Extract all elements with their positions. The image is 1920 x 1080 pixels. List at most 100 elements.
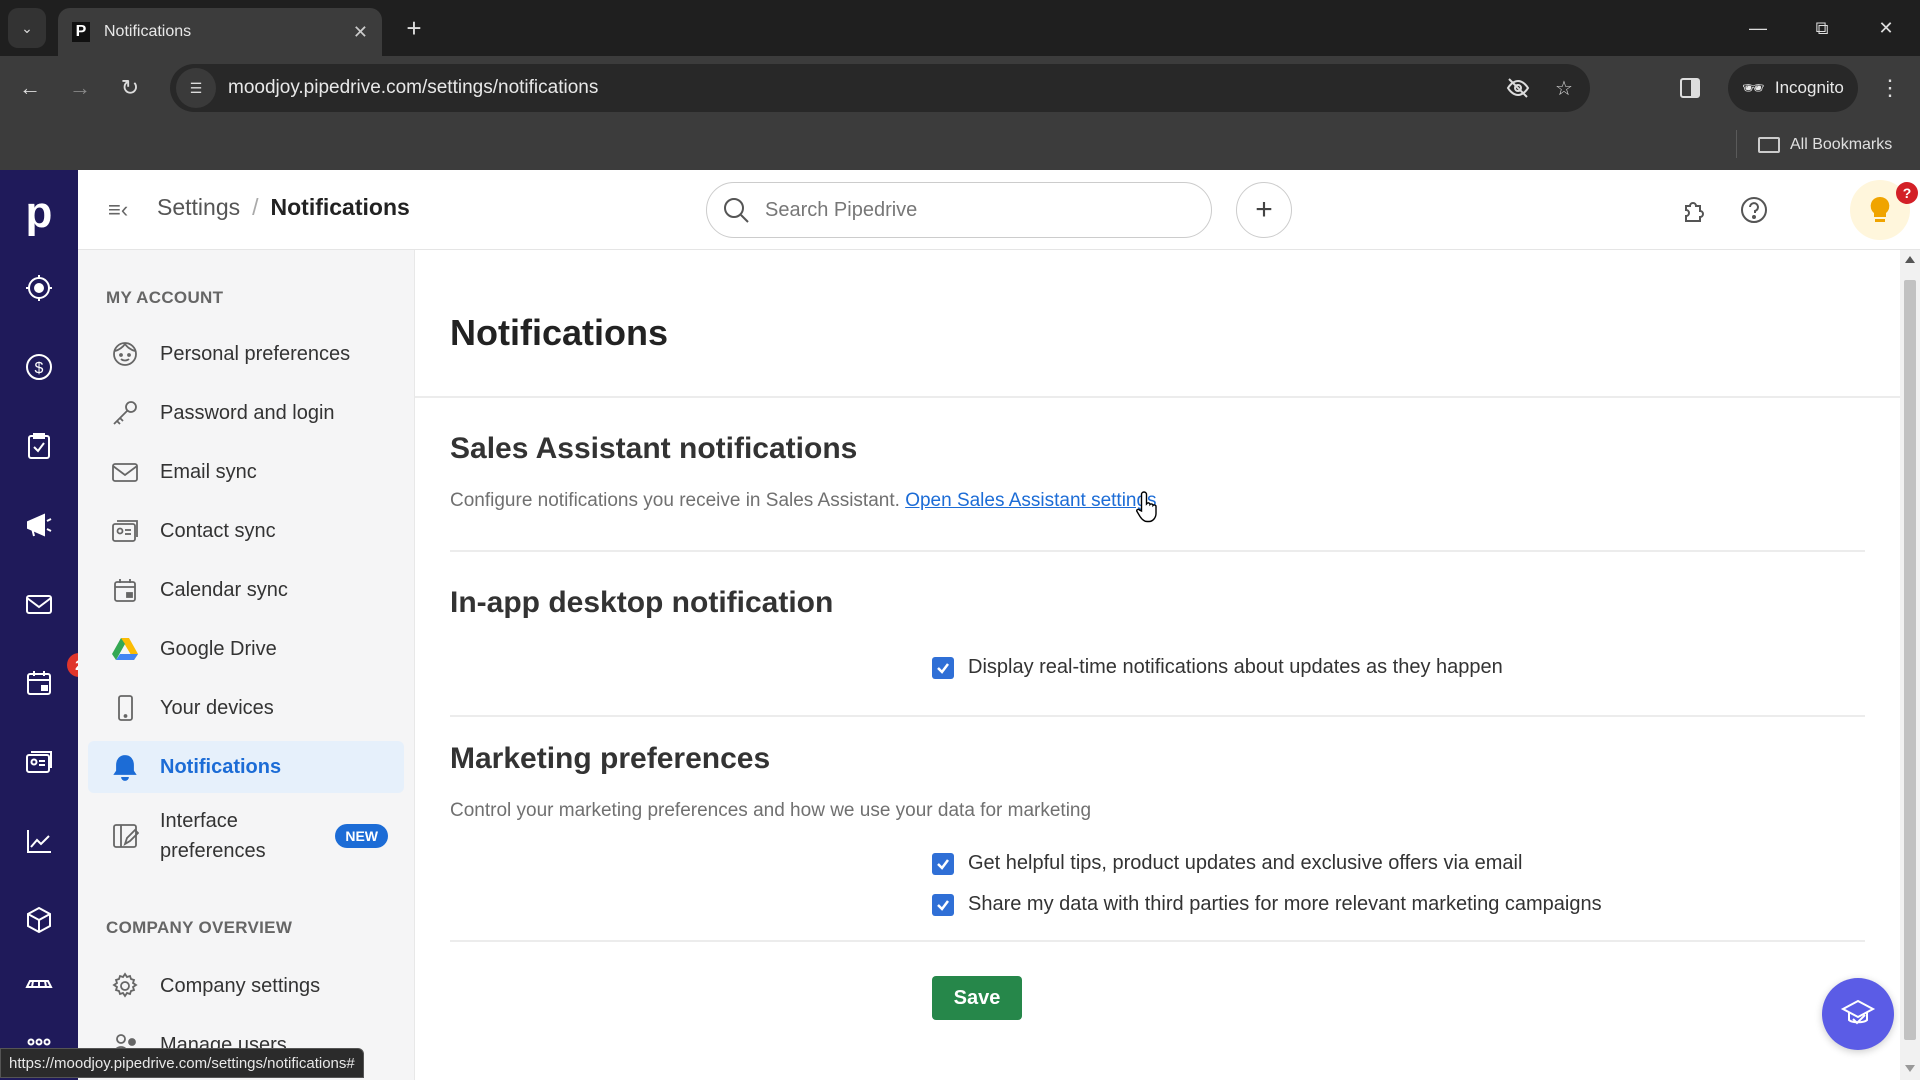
- phone-icon: [110, 693, 140, 723]
- sidebar-item-contact-sync[interactable]: Contact sync: [88, 505, 404, 557]
- breadcrumb-settings[interactable]: Settings: [157, 194, 240, 221]
- share-data-label: Share my data with third parties for mor…: [968, 893, 1602, 915]
- sidebar-item-password-and-login[interactable]: Password and login: [88, 387, 404, 439]
- marketing-email-option[interactable]: Get helpful tips, product updates and ex…: [932, 852, 1522, 875]
- quick-add-button[interactable]: +: [1236, 182, 1292, 238]
- address-bar[interactable]: ☰ moodjoy.pipedrive.com/settings/notific…: [170, 64, 1590, 112]
- bell-icon: [110, 752, 140, 782]
- products-icon[interactable]: [19, 900, 59, 940]
- forward-button[interactable]: →: [60, 68, 100, 108]
- check-icon: [937, 662, 949, 674]
- key-icon: [110, 398, 140, 428]
- help-icon[interactable]: [1734, 190, 1774, 230]
- sidebar-item-google-drive[interactable]: Google Drive: [88, 623, 404, 675]
- marketplace-icon[interactable]: [19, 970, 59, 1010]
- tab-close-icon[interactable]: ✕: [353, 22, 368, 43]
- divider: [450, 940, 1865, 942]
- realtime-notifications-label: Display real-time notifications about up…: [968, 656, 1503, 678]
- svg-text:$: $: [35, 360, 44, 377]
- sidebar-item-label: Company settings: [160, 974, 321, 997]
- sidebar-item-company-settings[interactable]: Company settings: [88, 960, 404, 1012]
- sidebar-item-label: Password and login: [160, 401, 335, 424]
- scroll-down-arrow-icon[interactable]: [1905, 1065, 1915, 1072]
- breadcrumb-current: Notifications: [270, 194, 410, 220]
- sidebar-item-interface-preferences[interactable]: Interface preferences NEW: [88, 800, 404, 872]
- google-drive-icon: [110, 634, 140, 664]
- check-icon: [937, 858, 949, 870]
- sales-assistant-title: Sales Assistant notifications: [450, 432, 858, 465]
- contacts-icon[interactable]: [19, 742, 59, 782]
- tab-search-button[interactable]: ⌄: [8, 8, 46, 48]
- all-bookmarks-label: All Bookmarks: [1790, 136, 1893, 153]
- new-tab-button[interactable]: +: [396, 10, 432, 46]
- marketing-email-checkbox[interactable]: [932, 852, 954, 875]
- sidebar-item-notifications[interactable]: Notifications: [88, 741, 404, 793]
- mouse-pointer-hand-icon: [1136, 491, 1157, 523]
- divider: [415, 396, 1900, 398]
- restore-button[interactable]: ⧉: [1790, 0, 1854, 56]
- app-left-nav: p $ 2: [0, 170, 91, 1080]
- search-input[interactable]: [765, 198, 1165, 222]
- sidebar-item-personal-preferences[interactable]: Personal preferences: [88, 328, 404, 380]
- mail-icon: [110, 457, 140, 487]
- sidebar-section-my-account: MY ACCOUNT: [106, 288, 224, 307]
- all-bookmarks-button[interactable]: All Bookmarks: [1758, 130, 1892, 160]
- sidebar-item-your-devices[interactable]: Your devices: [88, 682, 404, 734]
- content-scrollbar[interactable]: [1900, 250, 1920, 1080]
- sidebar-item-label: Notifications: [160, 755, 282, 778]
- sidebar-item-label: Your devices: [160, 696, 274, 719]
- site-info-icon[interactable]: ☰: [176, 68, 216, 108]
- check-icon: [937, 899, 949, 911]
- page-title: Notifications: [450, 312, 669, 353]
- realtime-notifications-checkbox[interactable]: [932, 656, 954, 679]
- scroll-up-arrow-icon[interactable]: [1905, 256, 1915, 263]
- bookmarks-bar: All Bookmarks: [0, 120, 1920, 170]
- minimize-button[interactable]: —: [1726, 0, 1790, 56]
- sales-assistant-description: Configure notifications you receive in S…: [450, 490, 1157, 511]
- folder-icon: [1758, 137, 1780, 153]
- sidebar-item-label: Contact sync: [160, 519, 276, 542]
- open-sales-assistant-settings-link[interactable]: Open Sales Assistant settings: [905, 490, 1156, 511]
- share-data-option[interactable]: Share my data with third parties for mor…: [932, 893, 1602, 916]
- bookmark-star-icon[interactable]: ☆: [1544, 68, 1584, 108]
- campaigns-icon[interactable]: [19, 505, 59, 545]
- settings-sidebar: MY ACCOUNT Personal preferences Password…: [78, 250, 415, 1080]
- side-panel-icon[interactable]: [1670, 68, 1710, 108]
- sidebar-item-label: Google Drive: [160, 637, 277, 660]
- browser-menu-icon[interactable]: ⋮: [1872, 68, 1908, 108]
- gear-icon: [110, 971, 140, 1001]
- sidebar-item-calendar-sync[interactable]: Calendar sync: [88, 564, 404, 616]
- collapse-menu-icon[interactable]: ≡‹: [108, 194, 140, 226]
- reload-button[interactable]: ↻: [110, 68, 150, 108]
- scroll-thumb[interactable]: [1904, 280, 1916, 1040]
- sidebar-item-email-sync[interactable]: Email sync: [88, 446, 404, 498]
- url-text[interactable]: moodjoy.pipedrive.com/settings/notificat…: [228, 77, 1498, 99]
- browser-toolbar: ← → ↻ ☰ moodjoy.pipedrive.com/settings/n…: [0, 56, 1920, 120]
- academy-help-button[interactable]: [1822, 978, 1894, 1050]
- new-badge: NEW: [335, 824, 388, 848]
- incognito-badge[interactable]: 🕶 Incognito: [1728, 64, 1858, 112]
- extensions-puzzle-icon[interactable]: [1674, 190, 1714, 230]
- pipedrive-logo[interactable]: p: [0, 188, 78, 238]
- leads-icon[interactable]: [19, 268, 59, 308]
- marketing-email-label: Get helpful tips, product updates and ex…: [968, 852, 1523, 874]
- insights-icon[interactable]: [19, 821, 59, 861]
- save-button[interactable]: Save: [932, 976, 1022, 1020]
- graduation-cap-icon: [1840, 999, 1876, 1025]
- mail-icon[interactable]: [19, 584, 59, 624]
- browser-tab[interactable]: P Notifications ✕: [58, 8, 382, 56]
- activities-icon[interactable]: [19, 426, 59, 466]
- sidebar-item-label: Interface preferences: [160, 810, 266, 862]
- window-close-button[interactable]: ✕: [1854, 0, 1918, 56]
- divider: [450, 715, 1865, 717]
- deals-icon[interactable]: $: [19, 347, 59, 387]
- interface-edit-icon: [110, 821, 140, 851]
- status-bar-url: https://moodjoy.pipedrive.com/settings/n…: [0, 1048, 364, 1078]
- eye-off-icon[interactable]: [1498, 68, 1538, 108]
- sidebar-item-label: Email sync: [160, 460, 257, 483]
- calendar-icon[interactable]: 2: [19, 653, 91, 703]
- back-button[interactable]: ←: [10, 68, 50, 108]
- realtime-notifications-option[interactable]: Display real-time notifications about up…: [932, 656, 1503, 679]
- search-box[interactable]: [706, 182, 1212, 238]
- share-data-checkbox[interactable]: [932, 893, 954, 916]
